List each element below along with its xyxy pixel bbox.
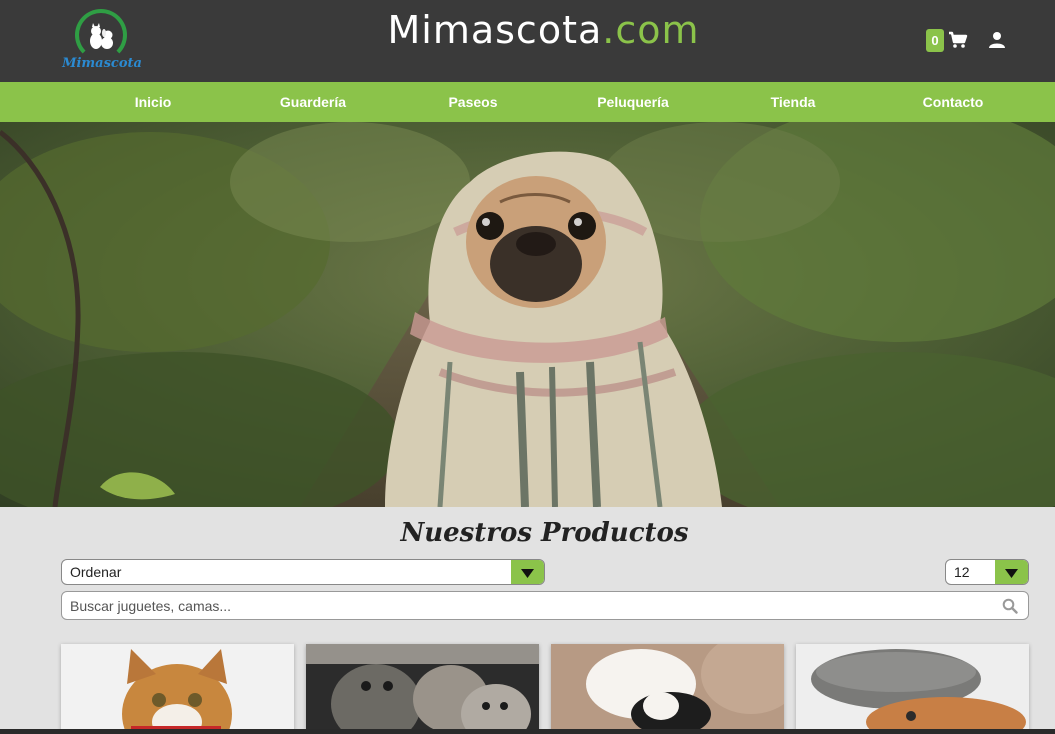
section-title: Nuestros Productos [400, 518, 689, 548]
per-page-select[interactable]: 12 [945, 559, 1029, 585]
product-image [796, 644, 1029, 734]
sort-select[interactable]: Ordenar [61, 559, 545, 585]
product-image [61, 644, 294, 734]
site-title-main: Mimascota [387, 8, 603, 52]
logo-text: Mimascota [62, 56, 142, 71]
nav-item-tienda[interactable]: Tienda [723, 82, 863, 122]
search-icon[interactable] [1002, 598, 1018, 614]
search-bar [61, 591, 1029, 620]
top-header: Mimascota Mimascota.com 0 [0, 0, 1055, 82]
nav-item-paseos[interactable]: Paseos [403, 82, 543, 122]
nav-item-inicio[interactable]: Inicio [83, 82, 223, 122]
chevron-down-icon [1005, 569, 1018, 578]
nav-item-contacto[interactable]: Contacto [883, 82, 1023, 122]
nav-item-guarderia[interactable]: Guardería [243, 82, 383, 122]
product-card[interactable] [306, 644, 539, 734]
nav-item-peluqueria[interactable]: Peluquería [563, 82, 703, 122]
search-input[interactable] [70, 596, 970, 616]
product-image [306, 644, 539, 734]
user-icon[interactable] [988, 31, 1006, 49]
window-bottom-bar [0, 729, 1055, 734]
per-page-dropdown-button[interactable] [995, 560, 1028, 584]
per-page-value: 12 [954, 564, 970, 580]
sort-dropdown-button[interactable] [511, 560, 544, 584]
shopping-cart-icon[interactable] [948, 30, 968, 50]
site-title[interactable]: Mimascota.com [0, 8, 1055, 52]
hero-dog-illustration [0, 122, 1055, 507]
chevron-down-icon [521, 569, 534, 578]
product-card[interactable] [551, 644, 784, 734]
site-title-tld: .com [602, 8, 700, 52]
product-image [551, 644, 784, 734]
sort-select-value: Ordenar [70, 564, 122, 580]
cart-count-badge: 0 [926, 29, 944, 52]
hero-image [0, 122, 1055, 507]
product-card[interactable] [61, 644, 294, 734]
main-nav: Inicio Guardería Paseos Peluquería Tiend… [0, 82, 1055, 122]
product-card[interactable] [796, 644, 1029, 734]
